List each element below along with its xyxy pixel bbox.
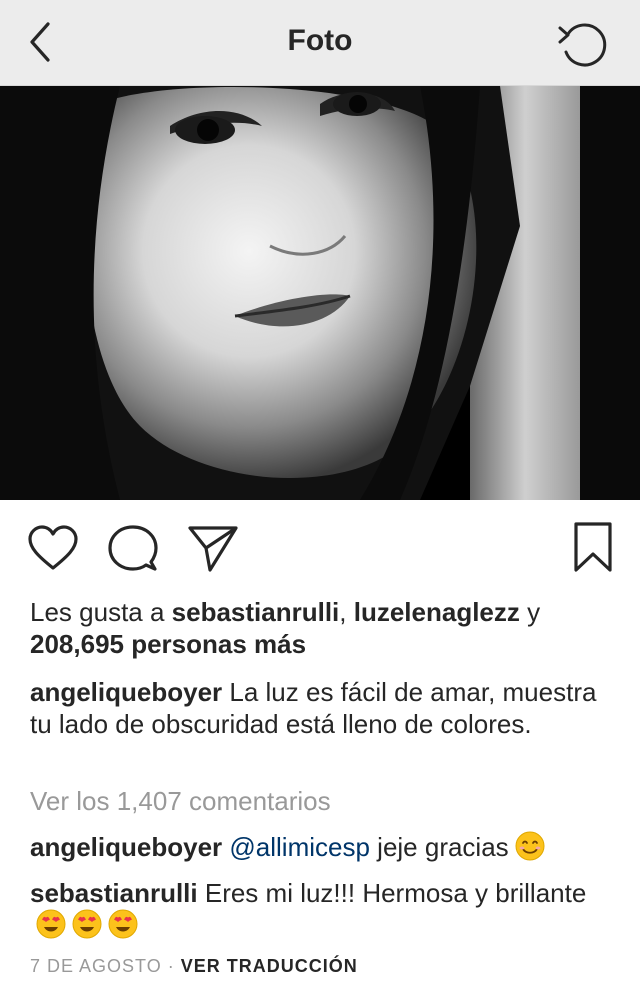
post-photo[interactable] [0, 86, 640, 500]
liker-username-1[interactable]: sebastianrulli [172, 597, 340, 627]
likes-others-count[interactable]: 208,695 personas más [30, 629, 306, 659]
caption-username[interactable]: angeliqueboyer [30, 677, 222, 707]
page-title: Foto [287, 24, 353, 57]
post-caption: angeliqueboyer La luz es fácil de amar, … [30, 676, 620, 740]
heart-icon[interactable] [26, 522, 80, 576]
likes-conjunction: y [519, 597, 541, 627]
heart-eyes-emoji-icon [108, 909, 138, 939]
post-actions-bar [0, 500, 640, 590]
liker-username-2[interactable]: luzelenaglezz [354, 597, 520, 627]
heart-eyes-emoji-icon [72, 909, 102, 939]
comment-text: jeje gracias [369, 832, 509, 862]
see-translation-link[interactable]: VER TRADUCCIÓN [181, 956, 358, 976]
likes-prefix: Les gusta a [30, 597, 172, 627]
comment-username[interactable]: angeliqueboyer [30, 832, 222, 862]
comment-username[interactable]: sebastianrulli [30, 878, 198, 908]
likes-summary[interactable]: Les gusta a sebastianrulli, luzelenaglez… [30, 596, 620, 660]
bookmark-icon[interactable] [566, 522, 620, 576]
comment-icon[interactable] [106, 522, 160, 576]
comment-text: Eres mi luz!!! Hermosa y brillante [197, 878, 587, 908]
portrait-image [0, 86, 640, 500]
send-icon[interactable] [186, 522, 240, 576]
heart-eyes-emoji-icon [36, 909, 66, 939]
comment-item: sebastianrulli Eres mi luz!!! Hermosa y … [30, 877, 620, 941]
top-navigation-bar: Foto [0, 0, 640, 86]
post-meta: 7 DE AGOSTO · VER TRADUCCIÓN [30, 956, 358, 977]
comment-mention[interactable]: @allimicesp [229, 832, 370, 862]
likes-separator: , [339, 597, 354, 627]
view-all-comments-link[interactable]: Ver los 1,407 comentarios [30, 785, 620, 817]
smiling-face-emoji-icon [515, 831, 545, 861]
meta-separator: · [161, 956, 181, 976]
comment-item: angeliqueboyer @allimicesp jeje gracias [30, 831, 620, 863]
refresh-icon[interactable] [554, 18, 610, 70]
post-date: 7 DE AGOSTO [30, 956, 162, 976]
